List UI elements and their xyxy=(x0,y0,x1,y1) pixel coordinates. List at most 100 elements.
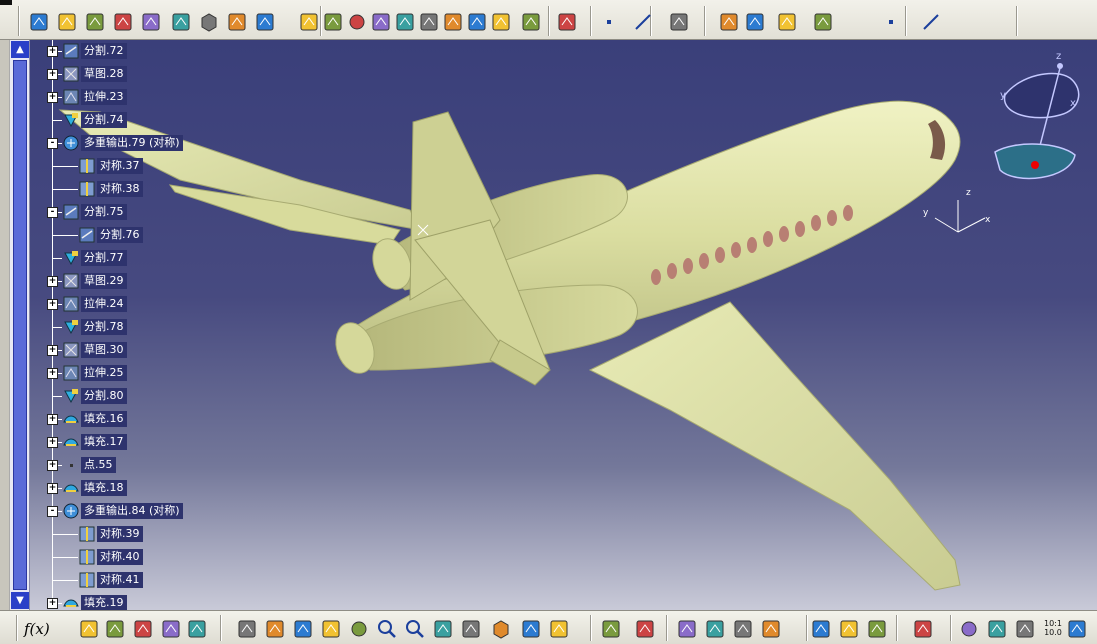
plane-icon[interactable] xyxy=(140,11,162,33)
tree-item[interactable]: + 拉伸.23 xyxy=(30,88,190,106)
offset-icon[interactable] xyxy=(394,11,416,33)
design-table-icon[interactable] xyxy=(236,618,258,640)
update-icon[interactable] xyxy=(634,618,656,640)
annotation-icon[interactable] xyxy=(744,11,766,33)
expand-icon[interactable]: + xyxy=(47,299,58,310)
apply-material-icon[interactable] xyxy=(838,618,860,640)
expand-icon[interactable]: + xyxy=(47,460,58,471)
expand-icon[interactable]: + xyxy=(47,92,58,103)
positioned-sketch-icon[interactable] xyxy=(56,11,78,33)
expand-icon[interactable]: + xyxy=(47,437,58,448)
curvature-icon[interactable] xyxy=(732,618,754,640)
hand-icon[interactable] xyxy=(986,618,1008,640)
hide-show-icon[interactable] xyxy=(548,618,570,640)
comment-icon[interactable] xyxy=(78,618,100,640)
paint-icon[interactable] xyxy=(812,11,834,33)
revolve-icon[interactable] xyxy=(322,11,344,33)
tree-item[interactable]: 分割.74 xyxy=(30,111,190,129)
multi-view-icon[interactable] xyxy=(460,618,482,640)
catalog-icon[interactable] xyxy=(1066,618,1088,640)
expand-icon[interactable]: + xyxy=(47,276,58,287)
collapse-icon[interactable]: - xyxy=(47,207,58,218)
knowledge-icon[interactable] xyxy=(104,618,126,640)
tree-item[interactable]: 分割.78 xyxy=(30,318,190,336)
expand-icon[interactable]: + xyxy=(47,598,58,609)
draft-icon[interactable] xyxy=(760,618,782,640)
iso-view-icon[interactable] xyxy=(490,618,512,640)
tree-item[interactable]: + 填充.18 xyxy=(30,479,190,497)
tree-icon[interactable] xyxy=(160,618,182,640)
spline-icon[interactable] xyxy=(920,11,942,33)
axis-icon[interactable] xyxy=(1014,618,1036,640)
tree-item[interactable]: - 分割.75 xyxy=(30,203,190,221)
plane-surface-icon[interactable] xyxy=(668,11,690,33)
zoom-out-icon[interactable] xyxy=(404,618,426,640)
cube-icon[interactable] xyxy=(198,11,220,33)
connect-icon[interactable] xyxy=(704,618,726,640)
airplane-model[interactable]: z y x z y x xyxy=(30,40,1097,610)
edit-icon[interactable] xyxy=(170,11,192,33)
tree-scrollbar[interactable]: ▲ ▼ xyxy=(10,40,30,610)
tree-item[interactable]: + 填充.16 xyxy=(30,410,190,428)
expand-icon[interactable]: + xyxy=(47,414,58,425)
projection-icon[interactable] xyxy=(776,11,798,33)
tree-item[interactable]: + 填充.17 xyxy=(30,433,190,451)
rotate-icon[interactable] xyxy=(348,618,370,640)
tree-item[interactable]: + 草图.29 xyxy=(30,272,190,290)
show-hide-icon[interactable] xyxy=(226,11,248,33)
rotate-3d-icon[interactable] xyxy=(958,618,980,640)
fit-all-icon[interactable] xyxy=(292,618,314,640)
cylinder-icon[interactable] xyxy=(370,11,392,33)
fillet-icon[interactable] xyxy=(418,11,440,33)
collapse-icon[interactable]: - xyxy=(47,506,58,517)
measure-icon[interactable] xyxy=(810,618,832,640)
sphere-icon[interactable] xyxy=(346,11,368,33)
tree-item[interactable]: + 草图.28 xyxy=(30,65,190,83)
grid-icon[interactable] xyxy=(520,11,542,33)
point-icon[interactable] xyxy=(598,11,620,33)
tree-item[interactable]: 分割.77 xyxy=(30,249,190,267)
sweep-icon[interactable] xyxy=(442,11,464,33)
tree-item[interactable]: + 点.55 xyxy=(30,456,190,474)
expand-icon[interactable]: + xyxy=(47,69,58,80)
shading-icon[interactable] xyxy=(520,618,542,640)
tree-item[interactable]: - 多重输出.79 (对称) xyxy=(30,134,190,152)
mass-icon[interactable] xyxy=(866,618,888,640)
scroll-up-arrow-icon[interactable]: ▲ xyxy=(11,41,29,58)
collapse-icon[interactable]: - xyxy=(47,138,58,149)
scrollbar-thumb[interactable] xyxy=(13,60,27,590)
tree-item[interactable]: 对称.38 xyxy=(30,180,190,198)
exit-workbench-icon[interactable] xyxy=(84,11,106,33)
line-icon[interactable] xyxy=(632,11,654,33)
capture-icon[interactable] xyxy=(912,618,934,640)
tree-item[interactable]: 分割.76 xyxy=(30,226,190,244)
table-icon[interactable] xyxy=(132,618,154,640)
tree-item[interactable]: - 多重输出.84 (对称) xyxy=(30,502,190,520)
3d-viewport[interactable]: z y x z y x xyxy=(30,40,1097,610)
tree-item[interactable]: + 拉伸.25 xyxy=(30,364,190,382)
swap-space-icon[interactable] xyxy=(600,618,622,640)
scroll-down-arrow-icon[interactable]: ▼ xyxy=(11,592,29,609)
analysis-icon[interactable] xyxy=(676,618,698,640)
extrude-icon[interactable] xyxy=(298,11,320,33)
tree-item[interactable]: 分割.80 xyxy=(30,387,190,405)
surface-icon[interactable] xyxy=(112,11,134,33)
axis-system-icon[interactable] xyxy=(556,11,578,33)
tree-item[interactable]: 对称.37 xyxy=(30,157,190,175)
swap-icon[interactable] xyxy=(254,11,276,33)
tree-item[interactable]: + 拉伸.24 xyxy=(30,295,190,313)
sketcher-icon[interactable] xyxy=(28,11,50,33)
multisection-icon[interactable] xyxy=(466,11,488,33)
expand-icon[interactable]: + xyxy=(47,368,58,379)
tree-item[interactable]: 对称.41 xyxy=(30,571,190,589)
pan-icon[interactable] xyxy=(320,618,342,640)
lock-icon[interactable] xyxy=(186,618,208,640)
tree-item[interactable]: + 分割.72 xyxy=(30,42,190,60)
fly-mode-icon[interactable] xyxy=(264,618,286,640)
tree-item[interactable]: 对称.39 xyxy=(30,525,190,543)
formula-label[interactable]: f(x) xyxy=(24,620,50,638)
expand-icon[interactable]: + xyxy=(47,483,58,494)
expand-icon[interactable]: + xyxy=(47,345,58,356)
tree-item[interactable]: + 草图.30 xyxy=(30,341,190,359)
expand-icon[interactable]: + xyxy=(47,46,58,57)
